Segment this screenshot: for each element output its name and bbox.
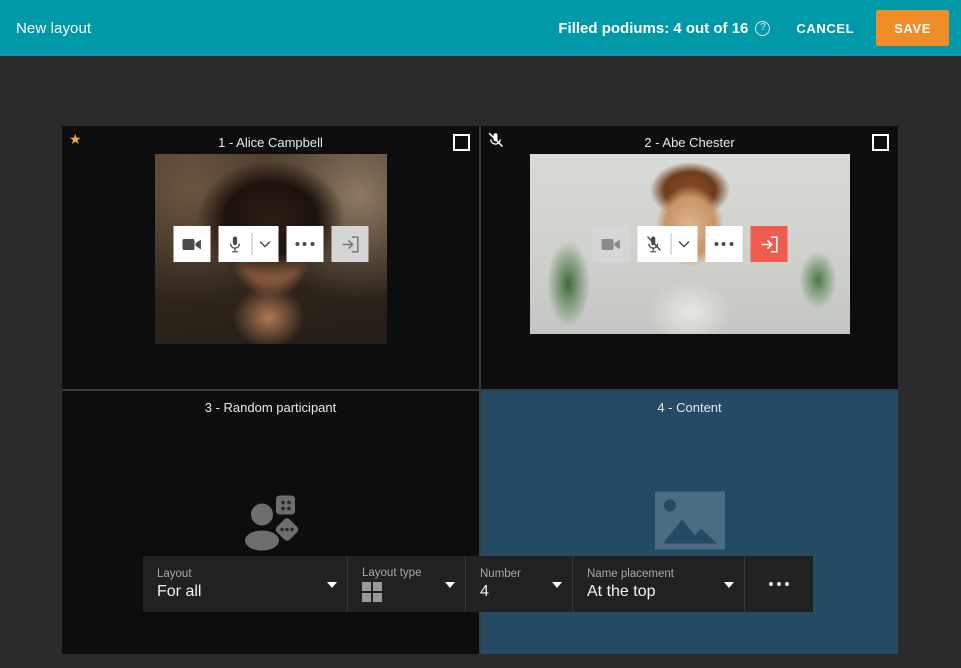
leave-podium-button[interactable] [331, 226, 368, 262]
chevron-down-icon [724, 582, 734, 588]
more-options-icon [295, 242, 314, 246]
microphone-toggle-button[interactable] [218, 226, 251, 262]
name-placement-dropdown-value: At the top [587, 582, 656, 600]
podium-cell-4[interactable]: 4 - Content [481, 391, 898, 654]
image-icon [654, 491, 725, 554]
camera-icon [182, 238, 201, 250]
podium-name-label: 3 - Random participant [204, 400, 337, 415]
podium-controls [592, 226, 787, 262]
layout-dropdown-value: For all [157, 582, 202, 600]
podium-cell-2[interactable]: 2 - Abe Chester [481, 126, 898, 389]
podium-name-label: 4 - Content [657, 400, 722, 415]
name-placement-dropdown[interactable]: Name placement At the top [573, 556, 745, 612]
number-dropdown-value: 4 [480, 582, 489, 600]
microphone-control-group [637, 226, 697, 262]
number-dropdown-label: Number [480, 567, 521, 580]
more-options-icon [769, 582, 789, 586]
podium-cell-1[interactable]: ★ 1 - Alice Campbell [62, 126, 479, 389]
filled-podiums-status: Filled podiums: 4 out of 16 ? [558, 19, 771, 37]
chevron-down-icon [327, 582, 337, 588]
layout-stage: ★ 1 - Alice Campbell 2 - Abe Chester 3 -… [0, 56, 961, 654]
microphone-control-group [218, 226, 278, 262]
mic-off-icon [488, 132, 504, 148]
camera-toggle-button[interactable] [592, 226, 629, 262]
star-icon: ★ [69, 131, 82, 147]
more-options-button[interactable] [286, 226, 323, 262]
more-options-icon [714, 242, 733, 246]
app-header: New layout Filled podiums: 4 out of 16 ?… [0, 0, 961, 56]
page-title: New layout [16, 19, 92, 37]
microphone-menu-button[interactable] [252, 226, 278, 262]
number-dropdown[interactable]: Number 4 [466, 556, 573, 612]
podium-select-checkbox[interactable] [872, 134, 889, 151]
exit-icon [761, 235, 778, 253]
filled-podiums-text: Filled podiums: 4 out of 16 [558, 19, 749, 37]
exit-icon [342, 235, 359, 253]
microphone-menu-button[interactable] [671, 226, 697, 262]
chevron-down-icon [552, 582, 562, 588]
toolbar-more-options-button[interactable] [745, 556, 813, 612]
cancel-button[interactable]: CANCEL [796, 21, 854, 36]
podium-controls [173, 226, 368, 262]
podium-select-checkbox[interactable] [453, 134, 470, 151]
layout-settings-toolbar: Layout For all Layout type Number 4 Name… [143, 556, 813, 612]
header-actions: Filled podiums: 4 out of 16 ? CANCEL SAV… [558, 0, 961, 56]
chevron-down-icon [678, 240, 690, 248]
chevron-down-icon [259, 240, 271, 248]
random-participant-icon [240, 489, 302, 556]
grid-2x2-icon [362, 581, 382, 602]
podium-cell-3[interactable]: 3 - Random participant [62, 391, 479, 654]
camera-icon [601, 238, 620, 250]
layout-type-dropdown[interactable]: Layout type [348, 556, 466, 612]
layout-dropdown[interactable]: Layout For all [143, 556, 348, 612]
more-options-button[interactable] [705, 226, 742, 262]
name-placement-dropdown-label: Name placement [587, 567, 674, 580]
camera-toggle-button[interactable] [173, 226, 210, 262]
layout-dropdown-label: Layout [157, 567, 192, 580]
layout-type-dropdown-label: Layout type [362, 566, 422, 579]
microphone-icon [229, 236, 240, 252]
chevron-down-icon [445, 582, 455, 588]
microphone-toggle-button[interactable] [637, 226, 670, 262]
save-button[interactable]: SAVE [876, 10, 949, 46]
podium-name-label: 1 - Alice Campbell [218, 135, 323, 150]
mic-off-icon [646, 235, 661, 252]
podium-name-label: 2 - Abe Chester [644, 135, 735, 150]
help-icon[interactable]: ? [755, 20, 771, 36]
leave-podium-button[interactable] [750, 226, 787, 262]
